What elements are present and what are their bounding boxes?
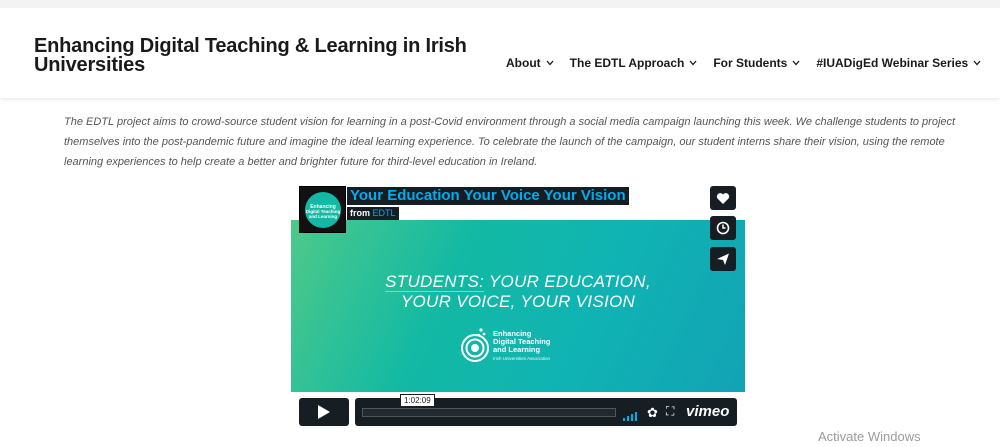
- share-button[interactable]: [710, 247, 736, 271]
- logo-subtitle: Irish Universities Association: [493, 356, 551, 361]
- chevron-down-icon: [792, 58, 800, 68]
- headline-keyword: STUDENTS:: [385, 272, 485, 291]
- from-label: from: [350, 208, 370, 218]
- fullscreen-icon[interactable]: ⛶: [666, 404, 674, 419]
- nav-item-for-students[interactable]: For Students: [713, 56, 800, 70]
- watch-later-button[interactable]: [710, 216, 736, 240]
- edtl-logo: Enhancing Digital Teaching and Learning …: [459, 324, 599, 372]
- headline-text-1: YOUR EDUCATION,: [488, 272, 651, 291]
- nav-item-label: About: [506, 56, 541, 70]
- nav-item-label: The EDTL Approach: [569, 56, 685, 70]
- volume-button[interactable]: [623, 408, 639, 426]
- settings-gear-icon[interactable]: ✿: [647, 405, 658, 421]
- clock-icon: [716, 221, 730, 235]
- volume-icon: [623, 412, 637, 421]
- nav-item-label: #IUADigEd Webinar Series: [816, 56, 969, 70]
- edtl-logo-icon: [461, 328, 489, 362]
- video-owner-link[interactable]: EDTL: [373, 208, 396, 218]
- video-frame[interactable]: STUDENTS: YOUR EDUCATION, YOUR VOICE, YO…: [291, 220, 745, 392]
- heart-icon: [716, 192, 730, 204]
- duration-label: 1:02:09: [400, 394, 435, 407]
- play-button[interactable]: [299, 398, 349, 426]
- video-headline: STUDENTS: YOUR EDUCATION, YOUR VOICE, YO…: [291, 272, 745, 312]
- main-nav: About The EDTL Approach For Students #IU…: [506, 56, 981, 70]
- site-header: Enhancing Digital Teaching & Learning in…: [0, 8, 1000, 98]
- video-byline: from EDTL: [347, 207, 399, 220]
- nav-item-webinar-series[interactable]: #IUADigEd Webinar Series: [816, 56, 981, 70]
- logo-line-3: and Learning: [493, 345, 541, 354]
- headline-text-2: YOUR VOICE, YOUR VISION: [400, 292, 636, 311]
- nav-item-edtl-approach[interactable]: The EDTL Approach: [570, 56, 698, 70]
- logo-wordmark: Enhancing Digital Teaching and Learning: [493, 330, 550, 354]
- vimeo-logo[interactable]: vimeo: [686, 403, 729, 420]
- chevron-down-icon: [546, 58, 554, 68]
- windows-activation-watermark: Activate Windows: [818, 429, 921, 444]
- like-button[interactable]: [710, 186, 736, 210]
- chevron-down-icon: [689, 58, 697, 68]
- nav-item-about[interactable]: About: [506, 56, 554, 70]
- nav-item-label: For Students: [713, 56, 788, 70]
- intro-paragraph: The EDTL project aims to crowd-source st…: [64, 116, 956, 168]
- video-title[interactable]: Your Education Your Voice Your Vision: [347, 187, 629, 205]
- site-title[interactable]: Enhancing Digital Teaching & Learning in…: [34, 36, 484, 75]
- svg-text:and Learning: and Learning: [308, 214, 337, 219]
- send-icon: [717, 253, 729, 265]
- chevron-down-icon: [973, 58, 981, 68]
- vimeo-player[interactable]: Enhancing Digital Teaching and Learning …: [291, 186, 745, 432]
- edtl-logo-icon: Enhancing Digital Teaching and Learning: [304, 191, 341, 228]
- channel-thumbnail[interactable]: Enhancing Digital Teaching and Learning: [299, 186, 346, 233]
- play-icon: [318, 405, 330, 419]
- player-controls: 1:02:09 ✿ ⛶ vimeo: [299, 394, 737, 428]
- progress-bar[interactable]: [362, 408, 616, 417]
- control-bar: 1:02:09 ✿ ⛶ vimeo: [355, 394, 737, 426]
